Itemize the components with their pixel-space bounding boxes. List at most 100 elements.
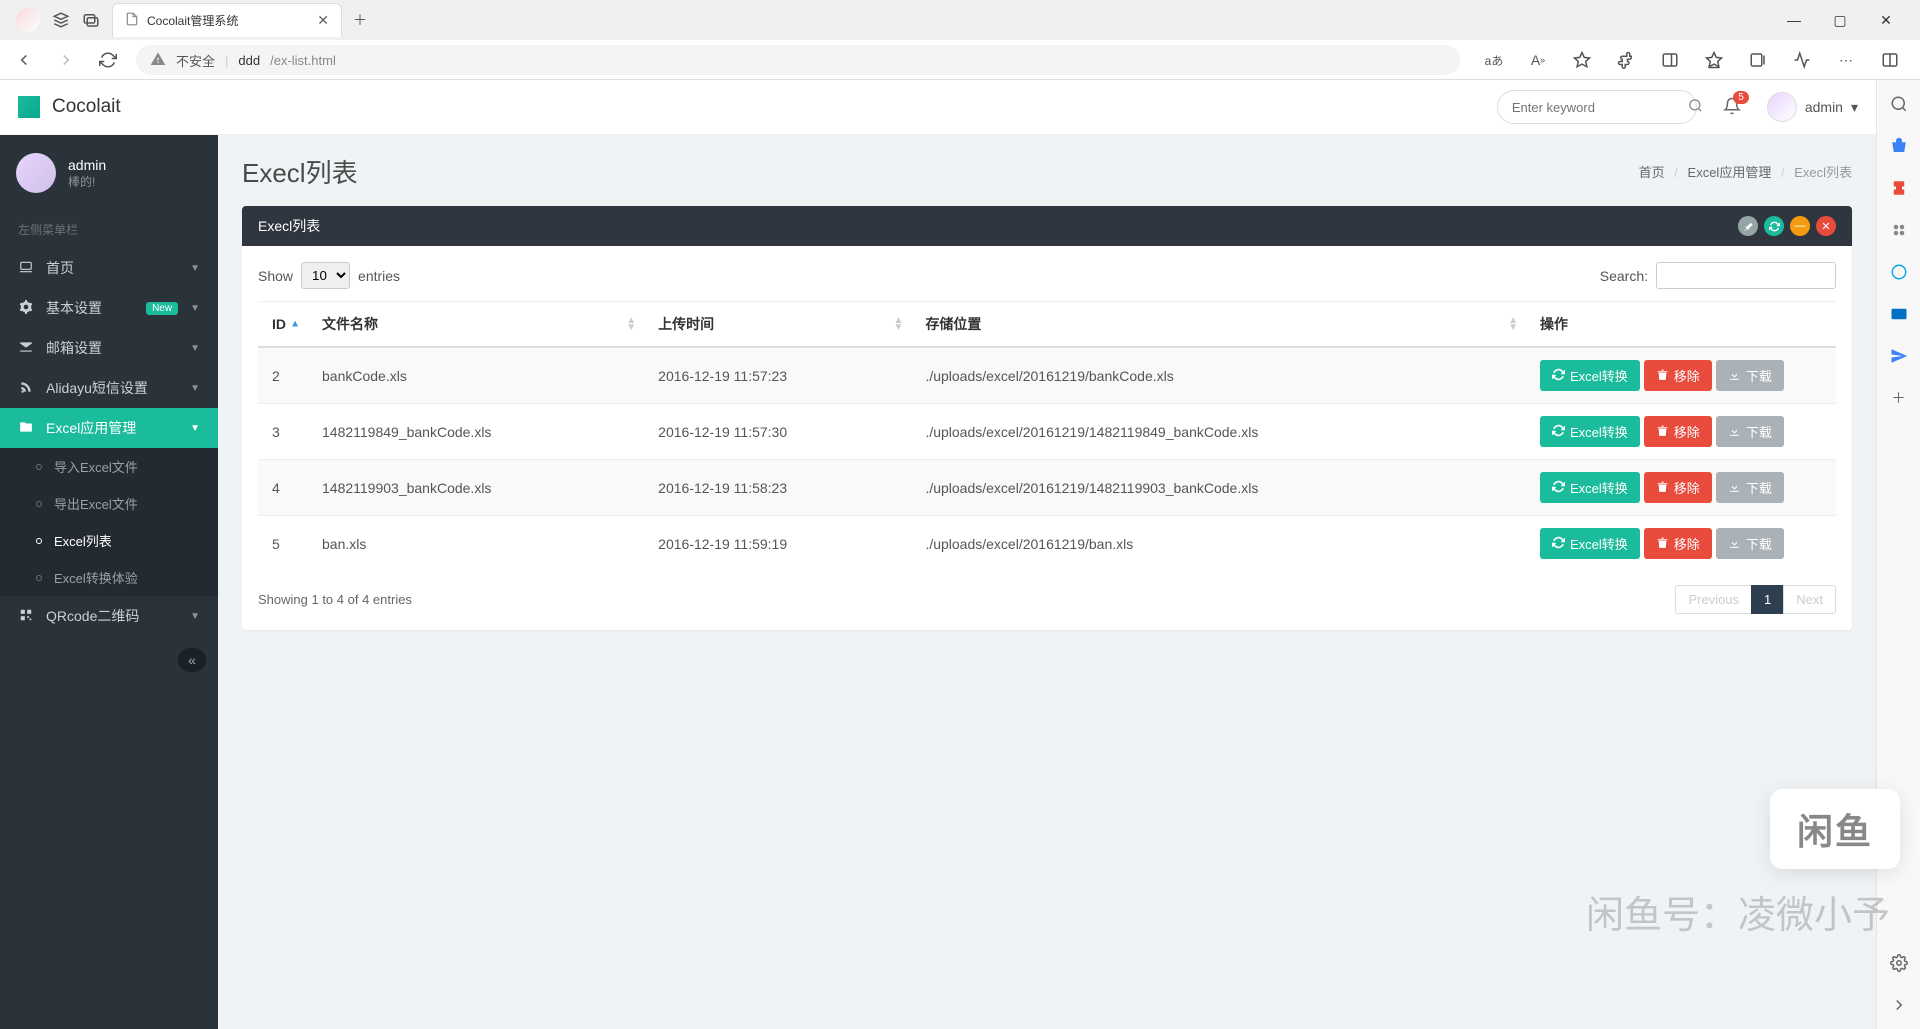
maximize-button[interactable]: ▢ <box>1826 6 1854 34</box>
search-box[interactable] <box>1497 90 1697 124</box>
convert-button[interactable]: Excel转换 <box>1540 472 1640 503</box>
convert-button[interactable]: Excel转换 <box>1540 360 1640 391</box>
sidebar-toggle-icon[interactable] <box>1656 46 1684 74</box>
edge-copilot-icon[interactable] <box>1889 262 1909 282</box>
read-aloud-icon[interactable]: A» <box>1524 46 1552 74</box>
brand-logo-icon <box>18 96 40 118</box>
refresh-button[interactable] <box>94 46 122 74</box>
panel-action-refresh[interactable] <box>1764 216 1784 236</box>
length-entries-label: entries <box>358 268 400 284</box>
cell-actions: Excel转换移除下载 <box>1526 516 1836 572</box>
submenu-item-0[interactable]: 导入Excel文件 <box>0 448 218 485</box>
notifications-button[interactable]: 5 <box>1709 97 1755 118</box>
delete-button[interactable]: 移除 <box>1644 528 1712 559</box>
col-filename[interactable]: 文件名称▲▼ <box>308 302 644 348</box>
tab-bar: Cocolait管理系统 ✕ ＋ — ▢ ✕ <box>0 0 1920 40</box>
back-button[interactable] <box>10 46 38 74</box>
user-menu[interactable]: admin ▾ <box>1767 92 1858 122</box>
avatar <box>1767 92 1797 122</box>
profile-avatar-icon[interactable] <box>16 8 40 32</box>
table-row: 41482119903_bankCode.xls2016-12-19 11:58… <box>258 460 1836 516</box>
laptop-icon <box>18 260 34 277</box>
page-next[interactable]: Next <box>1783 585 1836 614</box>
browser-tab[interactable]: Cocolait管理系统 ✕ <box>112 3 342 37</box>
insecure-icon <box>150 51 166 70</box>
sidebar-item-4[interactable]: Excel应用管理▼ <box>0 408 218 448</box>
url-box[interactable]: 不安全 | ddd/ex-list.html <box>136 45 1460 75</box>
download-button[interactable]: 下载 <box>1716 416 1784 447</box>
sidebar-item-3[interactable]: Alidayu短信设置▼ <box>0 368 218 408</box>
edge-sidebar: ＋ <box>1876 80 1920 1029</box>
edge-settings-icon[interactable] <box>1889 953 1909 973</box>
workspaces-icon[interactable] <box>52 11 70 29</box>
edge-shopping-icon[interactable] <box>1889 136 1909 156</box>
cell-path: ./uploads/excel/20161219/ban.xls <box>911 516 1526 572</box>
more-icon[interactable]: ⋯ <box>1832 46 1860 74</box>
sidebar-item-label: Excel应用管理 <box>46 418 178 438</box>
panel-action-pin[interactable] <box>1738 216 1758 236</box>
performance-icon[interactable] <box>1788 46 1816 74</box>
table-row: 5ban.xls2016-12-19 11:59:19./uploads/exc… <box>258 516 1836 572</box>
brand-name: Cocolait <box>52 96 121 118</box>
split-screen-icon[interactable] <box>1876 46 1904 74</box>
crumb-home[interactable]: 首页 <box>1639 165 1665 180</box>
search-input[interactable] <box>1512 100 1688 115</box>
avatar <box>16 153 56 193</box>
cell-path: ./uploads/excel/20161219/1482119903_bank… <box>911 460 1526 516</box>
page-1[interactable]: 1 <box>1751 585 1784 614</box>
sidebar-item-5[interactable]: QRcode二维码▼ <box>0 596 218 636</box>
convert-button[interactable]: Excel转换 <box>1540 528 1640 559</box>
convert-button[interactable]: Excel转换 <box>1540 416 1640 447</box>
sidebar-item-1[interactable]: 基本设置New▼ <box>0 288 218 328</box>
col-time[interactable]: 上传时间▲▼ <box>644 302 911 348</box>
sidebar-item-2[interactable]: 邮箱设置▼ <box>0 328 218 368</box>
submenu-label: Excel列表 <box>54 531 112 550</box>
edge-search-icon[interactable] <box>1889 94 1909 114</box>
delete-button[interactable]: 移除 <box>1644 416 1712 447</box>
panel-action-minimize[interactable]: — <box>1790 216 1810 236</box>
bullet-icon <box>36 538 42 544</box>
edge-outlook-icon[interactable] <box>1889 304 1909 324</box>
cell-path: ./uploads/excel/20161219/bankCode.xls <box>911 347 1526 404</box>
page-prev[interactable]: Previous <box>1675 585 1752 614</box>
extensions-icon[interactable] <box>1612 46 1640 74</box>
page-length-select[interactable]: 10 <box>301 262 350 289</box>
favorite-icon[interactable] <box>1568 46 1596 74</box>
col-id[interactable]: ID▲ <box>258 302 308 348</box>
submenu-item-2[interactable]: Excel列表 <box>0 522 218 559</box>
close-window-button[interactable]: ✕ <box>1872 6 1900 34</box>
search-icon[interactable] <box>1688 98 1703 116</box>
chevron-down-icon: ▼ <box>190 263 200 274</box>
tab-close-icon[interactable]: ✕ <box>317 12 329 29</box>
col-path[interactable]: 存储位置▲▼ <box>911 302 1526 348</box>
collapse-sidebar-button[interactable]: « <box>178 648 206 672</box>
delete-button[interactable]: 移除 <box>1644 360 1712 391</box>
minimize-button[interactable]: — <box>1780 6 1808 34</box>
panel-action-close[interactable]: ✕ <box>1816 216 1836 236</box>
gear-icon <box>18 300 34 317</box>
crumb-parent[interactable]: Excel应用管理 <box>1688 165 1772 180</box>
chevron-down-icon: ▼ <box>190 383 200 394</box>
delete-button[interactable]: 移除 <box>1644 472 1712 503</box>
translate-icon[interactable]: aあ <box>1480 46 1508 74</box>
edge-hide-icon[interactable] <box>1889 995 1909 1015</box>
edge-games-icon[interactable] <box>1889 220 1909 240</box>
submenu-item-3[interactable]: Excel转换体验 <box>0 559 218 596</box>
tab-overview-icon[interactable] <box>82 11 100 29</box>
download-button[interactable]: 下载 <box>1716 528 1784 559</box>
download-icon <box>1728 368 1741 384</box>
collections-icon[interactable] <box>1744 46 1772 74</box>
download-button[interactable]: 下载 <box>1716 360 1784 391</box>
forward-button[interactable] <box>52 46 80 74</box>
cell-path: ./uploads/excel/20161219/1482119849_bank… <box>911 404 1526 460</box>
favorites-bar-icon[interactable] <box>1700 46 1728 74</box>
download-button[interactable]: 下载 <box>1716 472 1784 503</box>
sidebar-item-0[interactable]: 首页▼ <box>0 248 218 288</box>
table-search-input[interactable] <box>1656 262 1836 289</box>
refresh-icon <box>1552 536 1565 552</box>
new-tab-button[interactable]: ＋ <box>346 6 374 34</box>
edge-add-icon[interactable]: ＋ <box>1889 388 1909 408</box>
submenu-item-1[interactable]: 导出Excel文件 <box>0 485 218 522</box>
edge-tools-icon[interactable] <box>1889 178 1909 198</box>
edge-send-icon[interactable] <box>1889 346 1909 366</box>
